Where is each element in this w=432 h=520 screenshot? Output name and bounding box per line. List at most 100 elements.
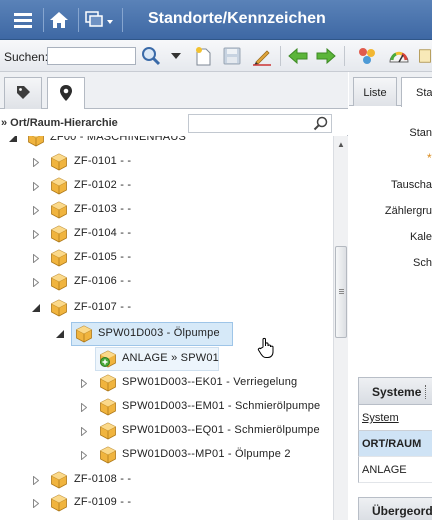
expanded-triangle-icon[interactable] xyxy=(31,302,41,314)
tree-node-label: ZF00 - MASCHINENHAUS xyxy=(50,136,187,143)
left-tab-bar xyxy=(0,72,348,110)
new-document-icon[interactable] xyxy=(192,45,214,67)
collapsed-triangle-icon[interactable] xyxy=(79,449,89,461)
tree-node-spw01d003[interactable]: SPW01D003 - Ölpumpe xyxy=(0,322,333,346)
location-pin-icon xyxy=(59,84,73,105)
collapsed-triangle-icon[interactable] xyxy=(31,497,41,509)
field-label-tausch: Tauscha xyxy=(391,179,432,191)
titlebar-separator xyxy=(43,8,44,32)
location-cube-icon xyxy=(50,494,68,512)
tree-node-zf0101[interactable]: ZF-0101 - - xyxy=(0,150,333,174)
search-icon[interactable] xyxy=(140,45,162,67)
location-cube-icon xyxy=(99,446,117,464)
tree-node-mp01[interactable]: SPW01D003--MP01 - Ölpumpe 2 xyxy=(0,443,333,467)
collapsed-triangle-icon[interactable] xyxy=(79,377,89,389)
tree-node-zf0108[interactable]: ZF-0108 - - xyxy=(0,468,333,492)
gauge-icon[interactable] xyxy=(388,45,410,67)
tree-node-label: ZF-0108 - - xyxy=(74,473,132,485)
header-divider xyxy=(425,385,426,399)
details-panel: Liste Sta Stan * Tauscha Zählergru Kale … xyxy=(349,72,432,520)
collapsed-triangle-icon[interactable] xyxy=(79,401,89,413)
collapsed-triangle-icon[interactable] xyxy=(31,474,41,486)
right-tab-bar: Liste Sta xyxy=(349,72,432,107)
location-cube-icon xyxy=(50,153,68,171)
tree-node-zf0102[interactable]: ZF-0102 - - xyxy=(0,174,333,198)
tab-standort[interactable]: Sta xyxy=(401,77,432,107)
tree-node-zf0106[interactable]: ZF-0106 - - xyxy=(0,270,333,294)
collapsed-triangle-icon[interactable] xyxy=(31,252,41,264)
back-arrow-icon[interactable] xyxy=(287,45,309,67)
tree-node-anlage[interactable]: ANLAGE » SPW01 xyxy=(0,347,333,371)
document-icon[interactable] xyxy=(418,45,432,67)
tree-node-zf00[interactable]: ZF00 - MASCHINENHAUS xyxy=(0,136,333,150)
tree-node-label: ZF-0101 - - xyxy=(74,155,132,167)
titlebar-separator xyxy=(122,8,123,32)
tree-node-zf0105[interactable]: ZF-0105 - - xyxy=(0,246,333,270)
tree-node-zf0103[interactable]: ZF-0103 - - xyxy=(0,198,333,222)
menu-icon[interactable] xyxy=(8,6,38,34)
location-cube-icon xyxy=(50,273,68,291)
hierarchy-title: » Ort/Raum-Hierarchie xyxy=(1,117,118,129)
tree-scrollbar[interactable]: ▲ xyxy=(333,136,348,520)
tree-node-zf0107[interactable]: ZF-0107 - - xyxy=(0,296,333,320)
collapsed-triangle-icon[interactable] xyxy=(31,276,41,288)
expanded-triangle-icon[interactable] xyxy=(55,328,65,340)
table-row[interactable]: ANLAGE xyxy=(358,457,432,483)
tree-node-label: ANLAGE » SPW01 xyxy=(122,352,219,364)
table-row[interactable]: ORT/RAUM xyxy=(358,431,432,457)
systeme-column-header[interactable]: System xyxy=(358,405,432,431)
tree-node-label: ZF-0105 - - xyxy=(74,251,132,263)
expanded-triangle-icon[interactable] xyxy=(8,136,18,144)
location-cube-icon xyxy=(99,422,117,440)
column-system[interactable]: System xyxy=(362,412,399,424)
edit-icon[interactable] xyxy=(251,45,273,67)
page-title: Standorte/Kennzeichen xyxy=(148,10,326,27)
tree-node-zf0109[interactable]: ZF-0109 - - xyxy=(0,491,333,515)
uebergeordnet-panel-header[interactable]: Übergeord xyxy=(358,497,432,520)
toolbar-separator xyxy=(280,46,281,66)
tree-node-label: ZF-0104 - - xyxy=(74,227,132,239)
save-icon[interactable] xyxy=(221,45,243,67)
windows-menu-icon[interactable] xyxy=(84,6,116,34)
uebergeordnet-title: Übergeord xyxy=(372,504,432,518)
tree-node-label: SPW01D003 - Ölpumpe xyxy=(98,327,220,339)
tab-location[interactable] xyxy=(47,77,85,110)
systeme-panel-header[interactable]: Systeme xyxy=(358,377,432,405)
collapsed-triangle-icon[interactable] xyxy=(79,425,89,437)
table-cell: ORT/RAUM xyxy=(362,438,422,450)
tree-node-em01[interactable]: SPW01D003--EM01 - Schmierölpumpe xyxy=(0,395,333,419)
systeme-title: Systeme xyxy=(372,385,422,399)
tab-tag[interactable] xyxy=(4,77,42,109)
home-icon[interactable] xyxy=(46,6,72,34)
search-input[interactable] xyxy=(47,47,136,65)
hand-cursor-icon xyxy=(257,337,277,362)
tree-node-label: ZF-0103 - - xyxy=(74,203,132,215)
location-cube-icon xyxy=(27,136,45,147)
tree-node-label: ZF-0109 - - xyxy=(74,496,132,508)
collapsed-triangle-icon[interactable] xyxy=(31,204,41,216)
location-cube-icon xyxy=(50,201,68,219)
toolbar: Suchen: xyxy=(0,40,432,72)
tab-liste[interactable]: Liste xyxy=(353,77,397,106)
tree-filter-input[interactable] xyxy=(188,114,332,133)
location-cube-icon xyxy=(50,471,68,489)
collapsed-triangle-icon[interactable] xyxy=(31,156,41,168)
tree-node-label: SPW01D003--EK01 - Verriegelung xyxy=(122,376,298,388)
tree-node-ek01[interactable]: SPW01D003--EK01 - Verriegelung xyxy=(0,371,333,395)
scroll-thumb[interactable] xyxy=(335,246,347,338)
tree-node-zf0104[interactable]: ZF-0104 - - xyxy=(0,222,333,246)
tree-search-icon[interactable] xyxy=(312,115,330,132)
forward-arrow-icon[interactable] xyxy=(315,45,337,67)
scroll-up-icon[interactable]: ▲ xyxy=(334,137,348,151)
collapsed-triangle-icon[interactable] xyxy=(31,228,41,240)
collapsed-triangle-icon[interactable] xyxy=(31,180,41,192)
tag-icon xyxy=(15,84,31,103)
table-cell: ANLAGE xyxy=(362,464,407,476)
search-options-dropdown-icon[interactable] xyxy=(168,45,184,67)
tree-node-label: SPW01D003--EM01 - Schmierölpumpe xyxy=(122,400,321,412)
tree-node-eq01[interactable]: SPW01D003--EQ01 - Schmierölpumpe xyxy=(0,419,333,443)
location-cube-icon xyxy=(50,249,68,267)
structure-icon[interactable] xyxy=(356,45,378,67)
location-cube-icon xyxy=(99,374,117,392)
search-label: Suchen: xyxy=(4,50,49,64)
